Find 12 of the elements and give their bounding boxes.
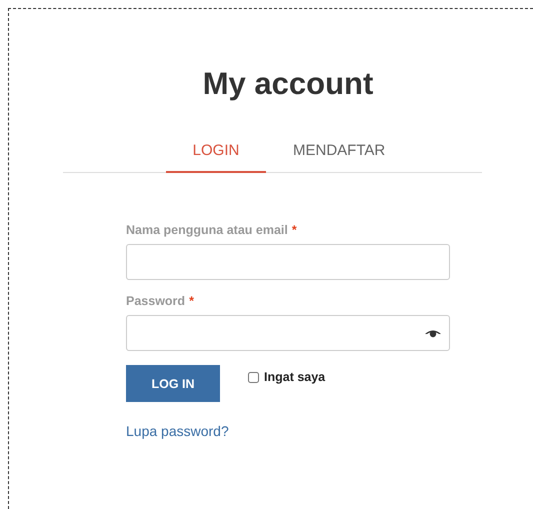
checkbox[interactable] — [248, 372, 259, 382]
page-title: My account — [202, 66, 374, 102]
checkbox-label: Ingat saya — [264, 370, 326, 384]
input-field[interactable] — [126, 315, 450, 351]
field-label: Nama pengguna atau email * — [126, 223, 298, 237]
input-field[interactable] — [126, 244, 450, 280]
tab[interactable]: LOGIN — [166, 133, 266, 173]
eye-icon[interactable] — [425, 328, 441, 338]
field-label: Password * — [126, 294, 195, 308]
login-button[interactable]: LOG IN — [126, 365, 220, 402]
tab[interactable]: MENDAFTAR — [266, 133, 386, 173]
forgot-password-link[interactable]: Lupa password? — [126, 423, 229, 439]
